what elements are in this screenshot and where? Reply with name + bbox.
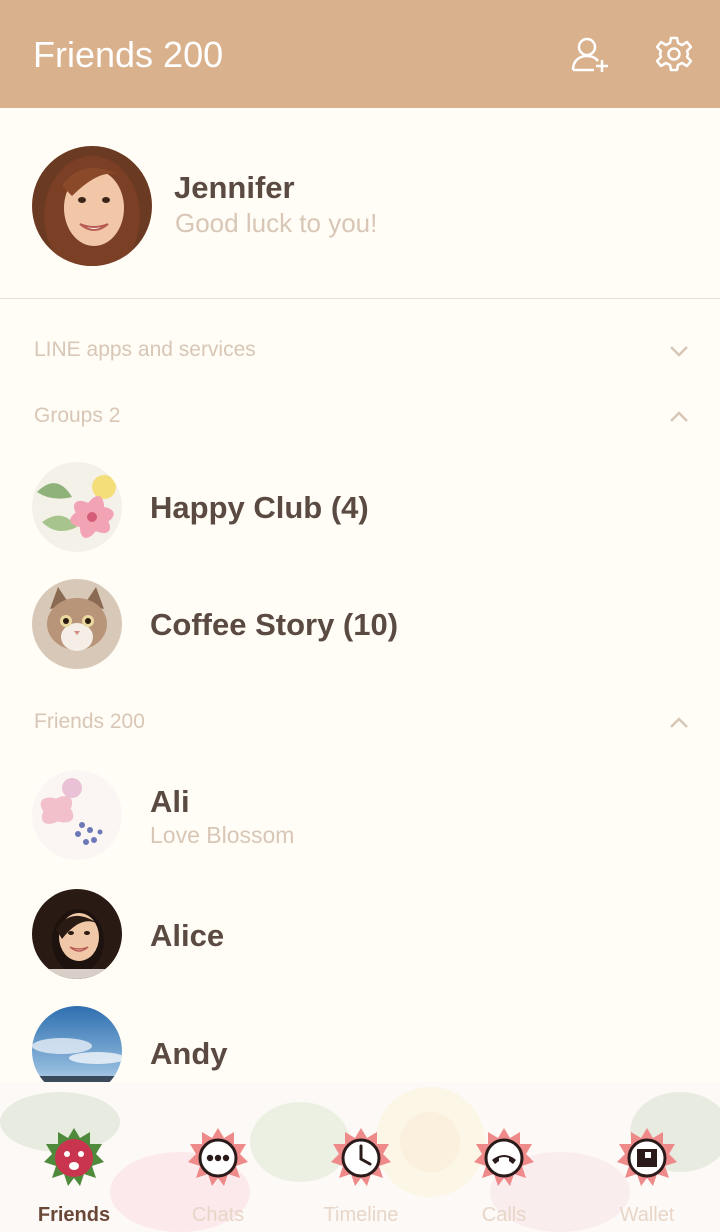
chevron-down-icon	[670, 346, 688, 357]
section-label: Friends 200	[34, 710, 145, 733]
list-item[interactable]: Alice	[0, 879, 720, 989]
group-name: Coffee Story (10)	[150, 607, 399, 642]
page-title: Friends 200	[33, 34, 224, 75]
tab-label: Wallet	[619, 1204, 675, 1226]
section-line-apps[interactable]: LINE apps and services	[0, 326, 720, 376]
profile-status: Good luck to you!	[175, 208, 378, 238]
my-profile[interactable]: Jennifer Good luck to you!	[0, 108, 720, 299]
tab-chats[interactable]: Chats	[146, 1082, 290, 1232]
section-label: Groups 2	[34, 404, 121, 427]
friend-avatar	[32, 889, 122, 979]
list-item[interactable]: Coffee Story (10)	[0, 569, 720, 679]
friend-name: Andy	[150, 1036, 228, 1071]
tab-wallet[interactable]: Wallet	[575, 1082, 719, 1232]
group-name: Happy Club (4)	[150, 490, 369, 525]
friend-status: Love Blossom	[150, 822, 295, 848]
chevron-up-icon	[670, 411, 688, 422]
friend-name: Alice	[150, 918, 225, 953]
calls-icon	[474, 1128, 534, 1186]
friend-name: Ali	[150, 784, 190, 819]
section-friends[interactable]: Friends 200	[0, 698, 720, 748]
section-label: LINE apps and services	[34, 338, 256, 361]
tab-label: Friends	[37, 1204, 111, 1226]
timeline-icon	[331, 1128, 391, 1186]
friend-avatar	[32, 770, 122, 860]
add-friend-icon[interactable]	[570, 34, 610, 74]
profile-avatar[interactable]	[32, 146, 152, 266]
settings-icon[interactable]	[654, 34, 694, 74]
chats-icon	[188, 1128, 248, 1186]
bottom-nav: Friends Chats Timeline Calls Wallet	[0, 1082, 720, 1232]
chevron-up-icon	[670, 717, 688, 728]
group-avatar	[32, 579, 122, 669]
tab-timeline[interactable]: Timeline	[289, 1082, 433, 1232]
friends-icon	[44, 1128, 104, 1186]
list-item[interactable]: Ali Love Blossom	[0, 760, 720, 870]
section-groups[interactable]: Groups 2	[0, 392, 720, 442]
tab-label: Calls	[481, 1204, 527, 1226]
list-item[interactable]: Happy Club (4)	[0, 452, 720, 562]
tab-label: Chats	[191, 1204, 245, 1226]
wallet-icon	[617, 1128, 677, 1186]
app-header: Friends 200	[0, 0, 720, 108]
tab-label: Timeline	[323, 1204, 399, 1226]
profile-name: Jennifer	[174, 170, 295, 205]
group-avatar	[32, 462, 122, 552]
tab-calls[interactable]: Calls	[432, 1082, 576, 1232]
tab-friends[interactable]: Friends	[2, 1082, 146, 1232]
